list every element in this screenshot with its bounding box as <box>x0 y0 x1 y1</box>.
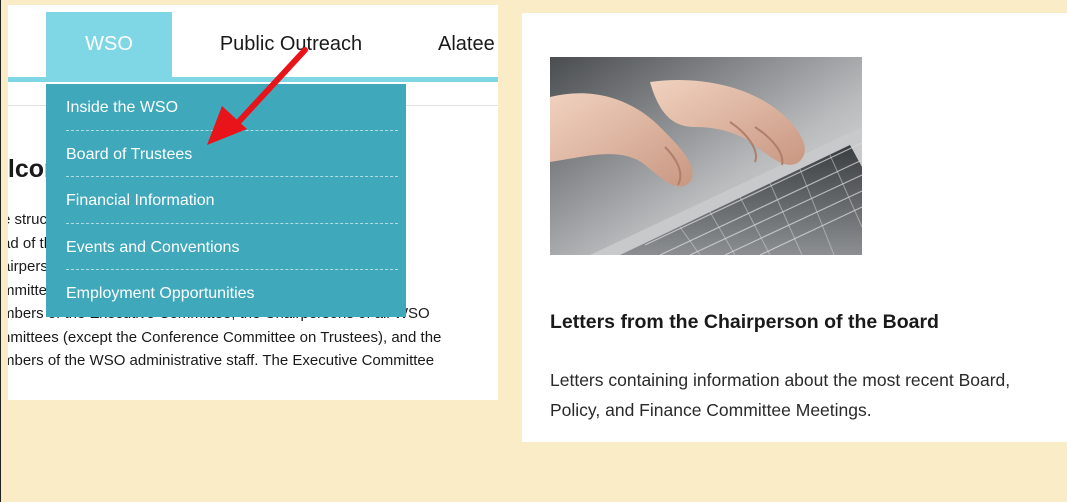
menu-item-board-of-trustees[interactable]: Board of Trustees <box>66 131 398 178</box>
intro-line: nmittees (except the Conference Committe… <box>8 328 442 346</box>
keyboard-illustration <box>550 57 862 255</box>
laptop-keyboard-image[interactable] <box>550 57 862 255</box>
card-title[interactable]: Letters from the Chairperson of the Boar… <box>550 311 1060 334</box>
card-description: Letters containing information about the… <box>550 370 1011 420</box>
wso-dropdown-menu: Inside the WSO Board of Trustees Financi… <box>46 84 406 317</box>
nav-underline <box>8 77 498 82</box>
intro-line: mbers of the WSO administrative staff. T… <box>8 352 435 369</box>
menu-item-events-conventions[interactable]: Events and Conventions <box>66 224 398 271</box>
letters-card[interactable]: Letters from the Chairperson of the Boar… <box>522 13 1067 442</box>
tab-wso[interactable]: WSO <box>46 12 172 77</box>
tab-alateen[interactable]: Alatee <box>438 12 498 77</box>
menu-item-financial-information[interactable]: Financial Information <box>66 177 398 224</box>
menu-item-employment-opportunities[interactable]: Employment Opportunities <box>66 270 398 316</box>
tab-public-outreach[interactable]: Public Outreach <box>208 12 374 77</box>
menu-item-inside-wso[interactable]: Inside the WSO <box>66 84 398 131</box>
